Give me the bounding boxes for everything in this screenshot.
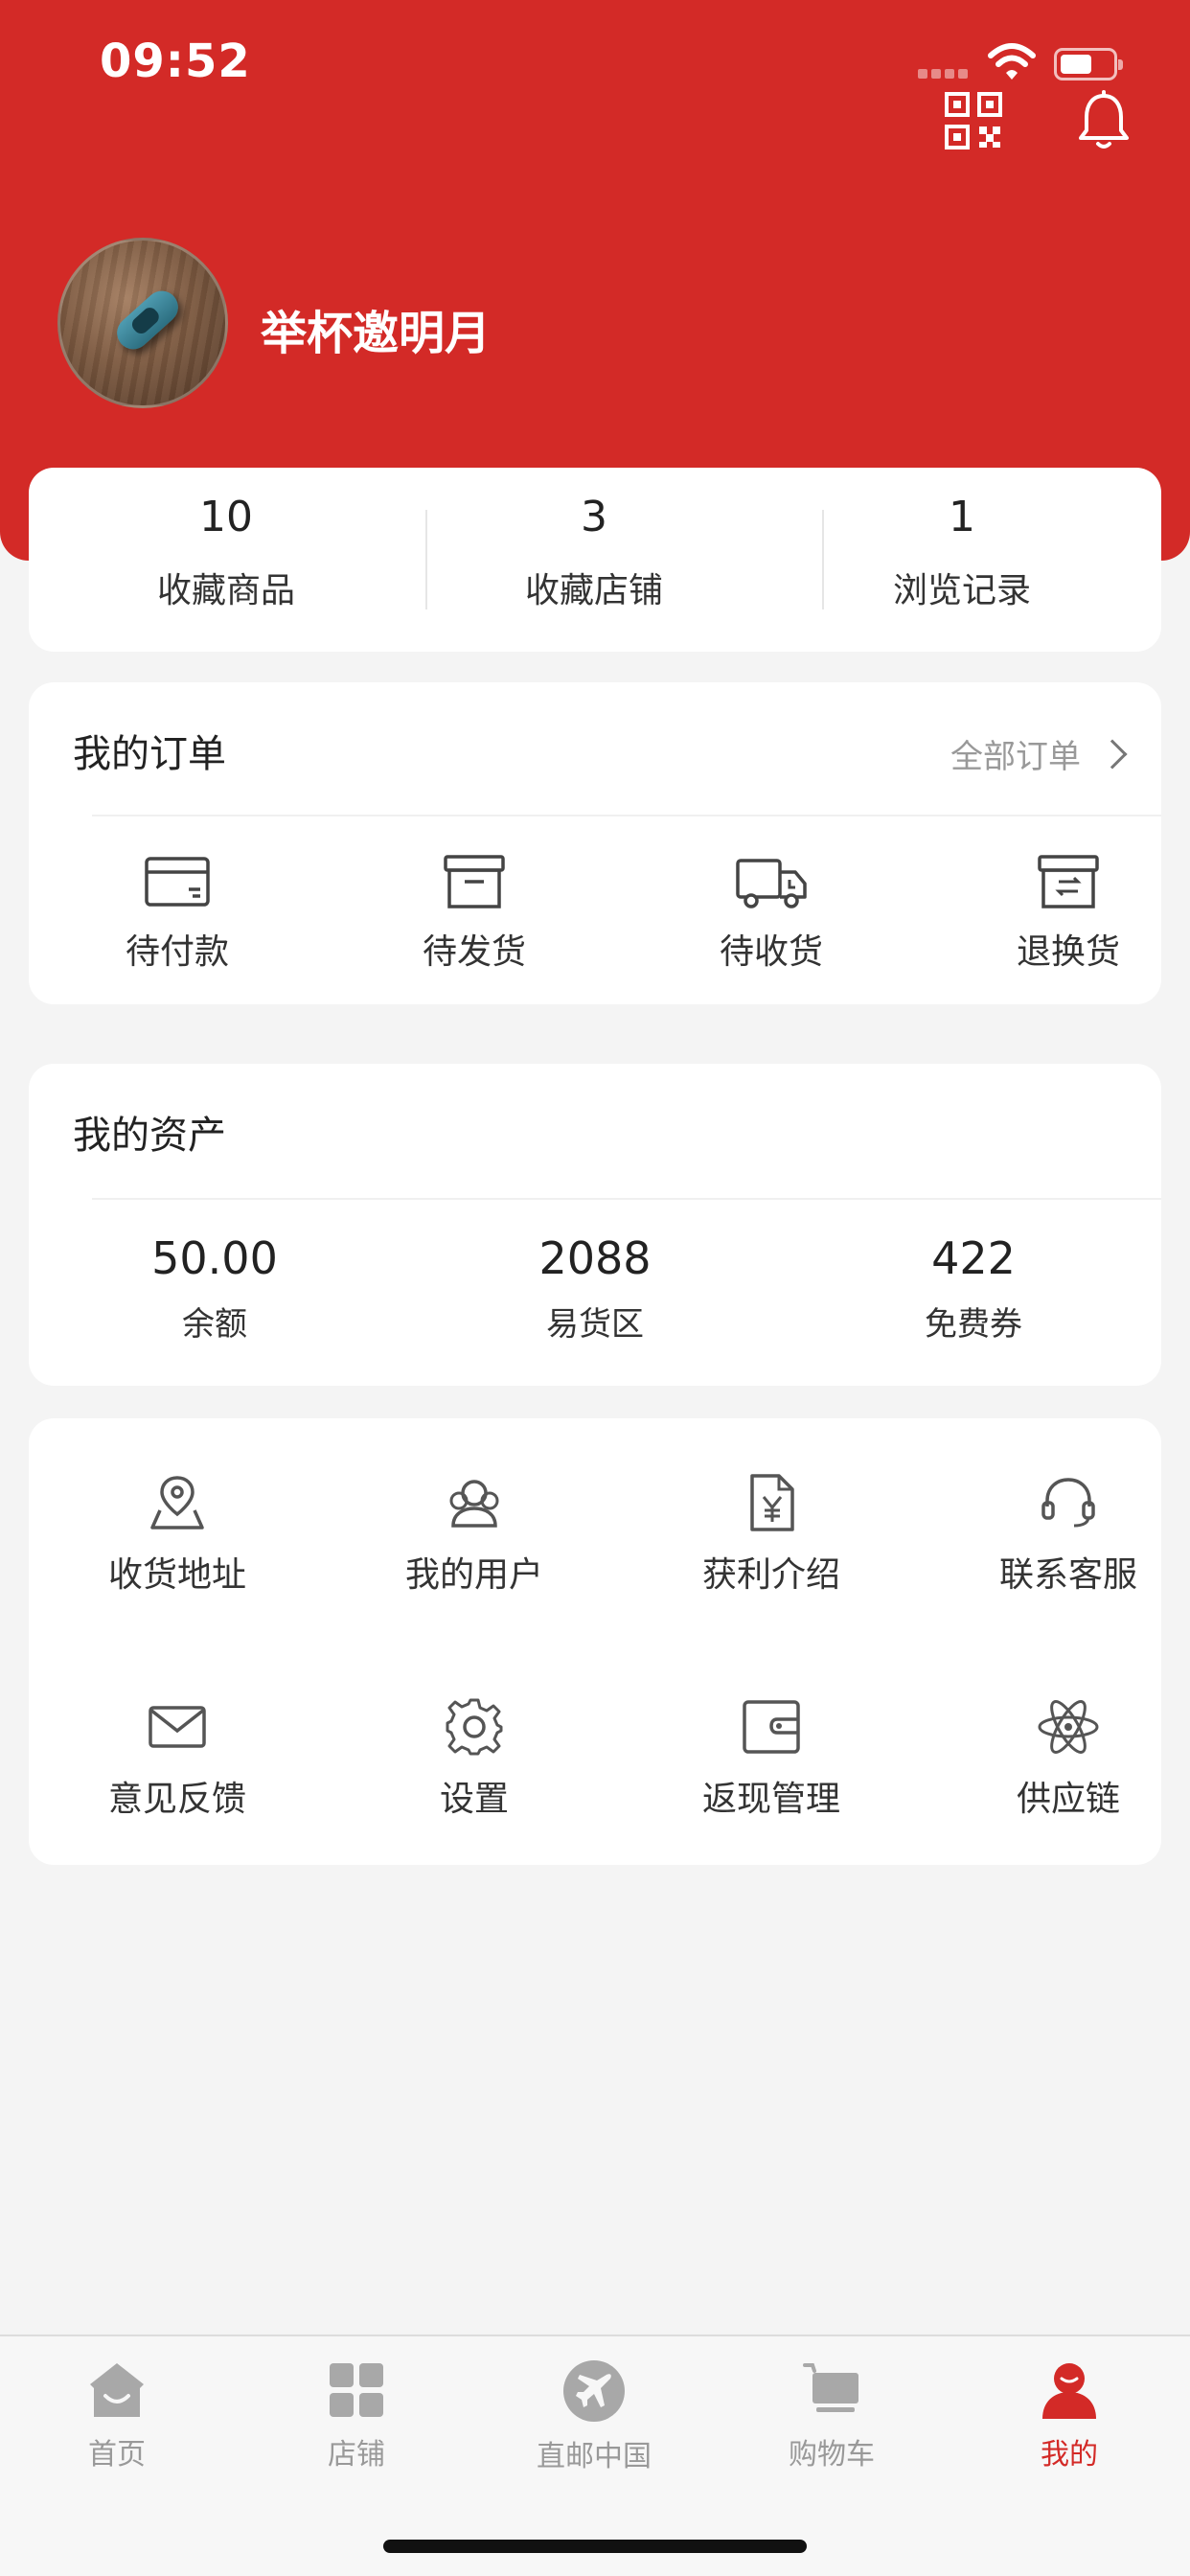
headset-icon [1041, 1478, 1095, 1528]
all-orders-link[interactable]: 全部订单 [950, 730, 1128, 777]
chevron-right-icon [1097, 738, 1128, 770]
divider [92, 1198, 1161, 1200]
mail-icon [149, 1706, 206, 1748]
tab-mine[interactable]: 我的 [973, 2359, 1165, 2472]
order-label: 待付款 [125, 932, 229, 972]
exchange-box-icon [1038, 855, 1099, 908]
asset-value: 50.00 [151, 1232, 278, 1284]
tool-label: 设置 [439, 1780, 509, 1819]
tool-my-users[interactable]: 我的用户 [345, 1472, 604, 1597]
order-label: 待发货 [422, 932, 526, 972]
tool-feedback[interactable]: 意见反馈 [48, 1696, 307, 1821]
divider [92, 815, 1161, 816]
home-icon [90, 2363, 144, 2417]
stat-favorite-products[interactable]: 10 收藏商品 [44, 468, 408, 612]
tab-label: 店铺 [328, 2438, 385, 2472]
grid-icon [330, 2363, 383, 2417]
location-map-icon [150, 1476, 204, 1530]
username: 举杯邀明月 [261, 307, 492, 360]
wifi-icon [988, 43, 1036, 80]
stat-browse-history[interactable]: 1 浏览记录 [780, 468, 1144, 612]
asset-value: 2088 [538, 1232, 652, 1284]
tool-label: 意见反馈 [107, 1780, 246, 1819]
tab-label: 直邮中国 [537, 2440, 652, 2473]
tool-label: 获利介绍 [701, 1555, 840, 1595]
asset-balance[interactable]: 50.00 余额 [71, 1232, 358, 1345]
tool-settings[interactable]: 设置 [345, 1696, 604, 1821]
battery-icon [1054, 48, 1123, 80]
asset-label: 易货区 [546, 1305, 644, 1344]
stat-value: 10 [199, 493, 253, 541]
order-label: 待收货 [719, 932, 823, 972]
users-icon [449, 1480, 499, 1528]
orders-card: 我的订单 全部订单 待付款 待发货 待收货 退换货 [29, 682, 1161, 1004]
asset-label: 免费券 [925, 1305, 1022, 1344]
stats-card: 10 收藏商品 3 收藏店铺 1 浏览记录 [29, 468, 1161, 652]
tool-label: 收货地址 [107, 1555, 246, 1595]
cellular-signal-icon [918, 69, 973, 80]
tab-label: 我的 [1041, 2438, 1098, 2472]
card-icon [145, 857, 210, 907]
assets-title: 我的资产 [73, 1114, 226, 1158]
tool-label: 供应链 [1016, 1780, 1120, 1819]
tool-label: 返现管理 [701, 1780, 840, 1819]
tool-profit-intro[interactable]: 获利介绍 [642, 1472, 901, 1597]
stat-label: 收藏商品 [156, 571, 295, 610]
order-label: 退换货 [1016, 932, 1120, 972]
order-returns[interactable]: 退换货 [939, 853, 1190, 974]
orders-title: 我的订单 [73, 732, 226, 776]
tab-cart[interactable]: 购物车 [736, 2359, 927, 2472]
tool-customer-service[interactable]: 联系客服 [939, 1472, 1190, 1597]
stat-value: 1 [949, 493, 975, 541]
asset-label: 余额 [182, 1305, 247, 1344]
tool-label: 联系客服 [998, 1555, 1137, 1595]
order-pending-shipment[interactable]: 待发货 [345, 853, 604, 974]
stat-favorite-stores[interactable]: 3 收藏店铺 [412, 468, 776, 612]
user-icon [1042, 2363, 1096, 2419]
wallet-icon [743, 1700, 800, 1754]
airplane-icon [563, 2360, 625, 2422]
tool-cashback[interactable]: 返现管理 [642, 1696, 901, 1821]
tab-direct-mail-china[interactable]: 直邮中国 [498, 2359, 690, 2474]
box-icon [444, 855, 505, 908]
all-orders-label: 全部订单 [950, 738, 1081, 776]
assets-card: 我的资产 50.00 余额 2088 易货区 422 免费券 [29, 1064, 1161, 1386]
stat-label: 浏览记录 [892, 571, 1031, 610]
avatar[interactable] [57, 238, 228, 408]
tool-shipping-address[interactable]: 收货地址 [48, 1472, 307, 1597]
tools-card: 收货地址 我的用户 获利介绍 联系客服 意见反馈 设置 返现管理 供应链 [29, 1418, 1161, 1865]
gear-icon [446, 1698, 503, 1756]
asset-free-coupons[interactable]: 422 免费券 [830, 1232, 1117, 1345]
atom-icon [1038, 1700, 1099, 1754]
tool-supply-chain[interactable]: 供应链 [939, 1696, 1190, 1821]
tab-stores[interactable]: 店铺 [261, 2359, 452, 2472]
status-time: 09:52 [100, 34, 251, 88]
tool-label: 我的用户 [404, 1555, 543, 1595]
asset-barter[interactable]: 2088 易货区 [451, 1232, 739, 1345]
stat-label: 收藏店铺 [524, 571, 663, 610]
tab-label: 首页 [88, 2438, 146, 2472]
bell-icon[interactable] [1073, 90, 1134, 151]
cart-icon [803, 2363, 858, 2412]
truck-icon [736, 859, 807, 908]
tab-home[interactable]: 首页 [21, 2359, 213, 2472]
asset-value: 422 [931, 1232, 1016, 1284]
order-pending-receipt[interactable]: 待收货 [642, 853, 901, 974]
home-indicator[interactable] [383, 2540, 807, 2553]
tab-label: 购物车 [789, 2438, 875, 2472]
stat-value: 3 [581, 493, 607, 541]
qr-code-icon[interactable] [943, 90, 1004, 151]
yuan-document-icon [750, 1474, 794, 1531]
order-pending-payment[interactable]: 待付款 [48, 853, 307, 974]
